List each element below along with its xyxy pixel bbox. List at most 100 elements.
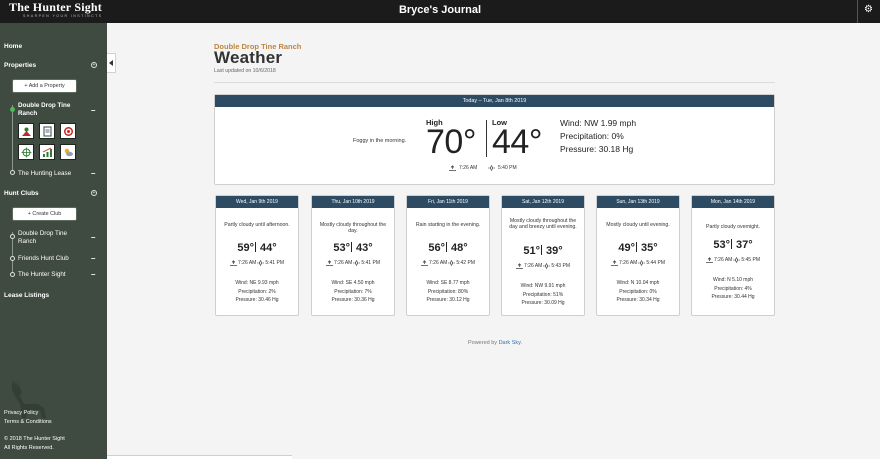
forecast-temps: 53° 43° <box>312 242 394 254</box>
collapse-club-icon[interactable]: – <box>91 255 95 263</box>
forecast-low: 39° <box>546 245 563 257</box>
app-title: Bryce's Journal <box>398 4 482 16</box>
forecast-high: 59° <box>237 242 254 254</box>
add-property-button[interactable]: + Add a Property <box>12 79 77 93</box>
forecast-date: Sun, Jan 13th 2019 <box>597 196 679 208</box>
forecast-pressure: Pressure: 30.46 Hg <box>235 297 279 303</box>
sidebar-item-hunt-clubs[interactable]: Hunt Clubs <box>4 190 39 197</box>
club-item-double-drop[interactable]: Double Drop Tine Ranch <box>18 230 78 246</box>
sunrise-icon <box>706 257 713 263</box>
forecast-high: 49° <box>618 242 635 254</box>
forecast-pressure: Pressure: 30.34 Hg <box>616 297 660 303</box>
forecast-sun: 7:26 AM 5:41 PM <box>216 260 298 266</box>
journal-icon[interactable] <box>39 123 55 139</box>
forecast-sunrise: 7:26 AM <box>334 260 353 266</box>
forecast-wind: Wind: SE 8.77 mph <box>426 280 470 286</box>
forecast-precipitation: Precipitation: 7% <box>334 288 372 295</box>
forecast-summary: Mostly cloudy throughout the day and bre… <box>509 218 577 230</box>
last-updated: Last updated on 10/6/2018 <box>214 68 276 74</box>
tree-dot-active <box>10 107 15 112</box>
high-temp: 70° <box>426 123 476 161</box>
forecast-precipitation: Precipitation: 4% <box>714 285 752 292</box>
properties-plus-icon[interactable]: + <box>91 62 97 68</box>
forecast-low: 48° <box>451 242 468 254</box>
forecast-wind: Wind: N 5.10 mph <box>712 277 754 283</box>
sidebar-item-properties[interactable]: Properties <box>4 62 36 69</box>
privacy-policy-link[interactable]: Privacy Policy <box>4 409 38 417</box>
club-item-friends[interactable]: Friends Hunt Club <box>18 255 69 263</box>
terms-link[interactable]: Terms & Conditions <box>4 418 52 426</box>
map-icon[interactable] <box>18 123 34 139</box>
dark-sky-link[interactable]: Dark Sky <box>499 340 521 346</box>
forecast-details: Wind: SE 8.77 mph Precipitation: 80% Press… <box>407 279 489 305</box>
today-sunrise: 7:26 AM <box>449 165 477 171</box>
forecast-low: 44° <box>260 242 277 254</box>
sidebar-collapse-button[interactable] <box>107 53 116 73</box>
forecast-wind: Wind: N 10.04 mph <box>616 280 660 286</box>
forecast-card: Sat, Jan 12th 2019 Mostly cloudy througho… <box>501 195 585 316</box>
forecast-summary: Mostly cloudy throughout the day. <box>319 222 387 234</box>
collapse-club-icon[interactable]: – <box>91 234 95 242</box>
create-club-button[interactable]: + Create Club <box>12 207 77 221</box>
sunset-icon <box>353 260 361 266</box>
forecast-sunrise: 7:26 AM <box>619 260 638 266</box>
sunrise-icon <box>611 260 618 266</box>
forecast-pressure: Pressure: 30.12 Hg <box>426 297 470 303</box>
property-item-double-drop[interactable]: Double Drop Tine Ranch <box>18 102 78 118</box>
collapse-club-icon[interactable]: – <box>91 271 95 279</box>
forecast-card: Wed, Jan 9th 2019 Partly cloudy until aft… <box>215 195 299 316</box>
chart-icon[interactable] <box>39 144 55 160</box>
today-summary: Foggy in the morning. <box>353 138 407 144</box>
forecast-date: Thu, Jan 10th 2019 <box>312 196 394 208</box>
property-item-hunting-lease[interactable]: The Hunting Lease <box>18 170 71 178</box>
collapse-property-icon[interactable]: – <box>91 170 95 178</box>
sidebar-item-lease-listings[interactable]: Lease Listings <box>4 292 49 299</box>
forecast-summary: Partly cloudy overnight. <box>706 224 760 230</box>
forecast-precipitation: Precipitation: 80% <box>427 288 469 295</box>
today-pressure: Pressure: 30.18 Hg <box>560 144 634 154</box>
forecast-summary: Partly cloudy until afternoon. <box>224 222 290 228</box>
weather-icon[interactable] <box>60 144 76 160</box>
forecast-sunset: 5:45 PM <box>741 257 760 263</box>
sunrise-time: 7:26 AM <box>459 165 478 171</box>
target-icon[interactable] <box>60 123 76 139</box>
sidebar-item-home[interactable]: Home <box>4 43 22 50</box>
tree-dot <box>10 170 15 175</box>
tree-dot <box>10 256 15 261</box>
forecast-date: Fri, Jan 11th 2019 <box>407 196 489 208</box>
forecast-date: Sat, Jan 12th 2019 <box>502 196 584 208</box>
hunt-clubs-plus-icon[interactable]: + <box>91 190 97 196</box>
forecast-card: Thu, Jan 10th 2019 Mostly cloudy througho… <box>311 195 395 316</box>
topbar-divider <box>857 0 858 23</box>
forecast-low: 43° <box>356 242 373 254</box>
forecast-high: 56° <box>428 242 445 254</box>
top-bar: The Hunter Sight SHARPEN YOUR INSTINCTS … <box>0 0 880 23</box>
sunrise-icon <box>516 263 523 269</box>
crosshair-icon[interactable] <box>18 144 34 160</box>
sunrise-icon <box>421 260 428 266</box>
today-sunset: 5:40 PM <box>488 165 517 171</box>
forecast-wind: Wind: SE 4.50 mph <box>331 280 375 286</box>
tree-dot <box>10 272 15 277</box>
collapse-property-icon[interactable]: – <box>91 107 95 115</box>
forecast-card: Sun, Jan 13th 2019 Mostly cloudy until ev… <box>596 195 680 316</box>
forecast-sunset: 5:41 PM <box>265 260 284 266</box>
forecast-sun: 7:26 AM 5:45 PM <box>692 257 774 263</box>
page-title: Weather <box>214 48 283 67</box>
sunset-icon <box>488 165 495 171</box>
forecast-high: 51° <box>523 245 540 257</box>
sunrise-icon <box>230 260 237 266</box>
sunset-time: 5:40 PM <box>498 165 517 171</box>
forecast-summary: Rain starting in the evening. <box>415 222 481 228</box>
forecast-sun: 7:26 AM 5:44 PM <box>597 260 679 266</box>
horizontal-scrollbar[interactable] <box>107 455 292 459</box>
settings-icon[interactable]: ⚙ <box>864 4 873 15</box>
low-temp: 44° <box>492 123 542 161</box>
club-item-hunter-sight[interactable]: The Hunter Sight <box>18 271 66 279</box>
forecast-card: Fri, Jan 11th 2019 Rain starting in the e… <box>406 195 490 316</box>
forecast-sunrise: 7:26 AM <box>429 260 448 266</box>
forecast-sunrise: 7:26 AM <box>238 260 257 266</box>
forecast-sunrise: 7:26 AM <box>714 257 733 263</box>
temp-separator <box>254 242 256 252</box>
forecast-wind: Wind: NW 9.91 mph <box>520 283 566 289</box>
